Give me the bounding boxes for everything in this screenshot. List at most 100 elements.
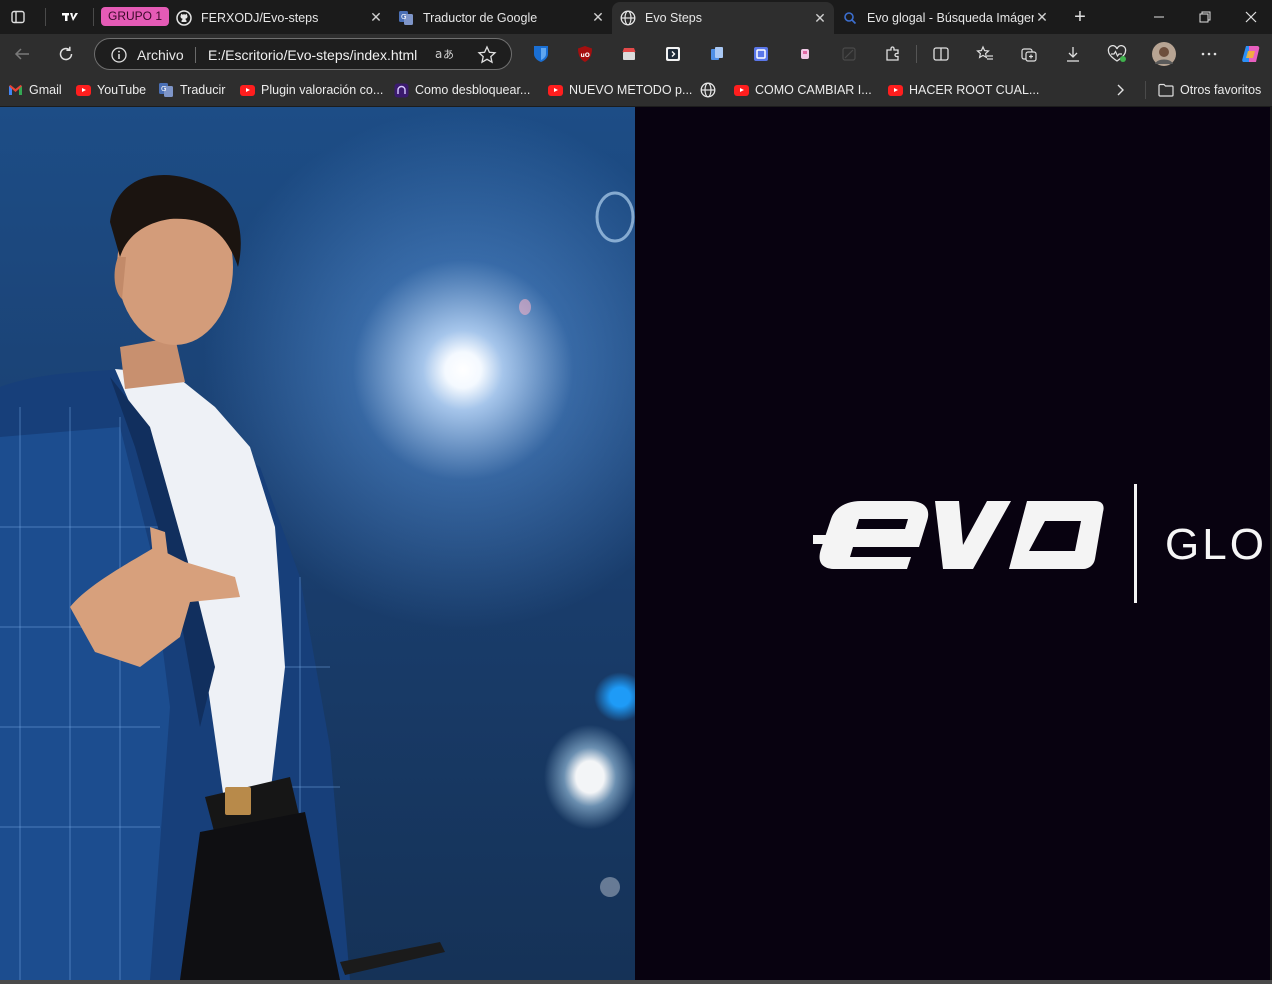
favorite-star-icon[interactable]: [477, 45, 497, 65]
copilot-button[interactable]: [1240, 43, 1262, 65]
restore-icon: [1199, 11, 1211, 23]
tab-close-button[interactable]: ✕: [590, 9, 606, 26]
collections-icon: [1021, 48, 1037, 62]
plus-icon: +: [1074, 5, 1086, 28]
tab-separator: [93, 8, 94, 26]
tab-google-translate[interactable]: G Traductor de Google ✕: [390, 4, 612, 31]
tab-close-button[interactable]: ✕: [368, 9, 384, 26]
settings-menu-button[interactable]: [1198, 43, 1220, 65]
code-extension-icon[interactable]: [662, 43, 684, 65]
podcast-icon: [393, 82, 409, 98]
tab-title: Evo Steps: [645, 11, 702, 25]
profile-button[interactable]: [1152, 42, 1176, 66]
pinned-tab[interactable]: [56, 4, 84, 30]
tab-separator: [45, 8, 46, 26]
bookmark-label: Otros favoritos: [1180, 83, 1262, 97]
pink-extension-icon[interactable]: [794, 43, 816, 65]
bookmark-desbloquear[interactable]: Como desbloquear...: [393, 80, 530, 100]
folder-icon: [1158, 82, 1174, 98]
ublock-extension-icon[interactable]: uO: [574, 43, 596, 65]
bookmark-nuevo-metodo[interactable]: NUEVO METODO p...: [547, 80, 692, 100]
hero-photo: [0, 107, 635, 980]
copilot-icon: [1242, 46, 1260, 62]
favorites-button[interactable]: [974, 43, 996, 65]
bookmark-como-cambiar[interactable]: COMO CAMBIAR I...: [733, 80, 872, 100]
browser-essentials-button[interactable]: [1106, 43, 1128, 65]
bookmark-plugin[interactable]: Plugin valoración co...: [239, 80, 383, 100]
minimize-icon: [1154, 16, 1164, 18]
chevron-right-icon: [1117, 84, 1124, 96]
youtube-icon: [239, 82, 255, 98]
bookmarks-bar: Gmail YouTube G Traducir Plugin valoraci…: [0, 74, 1272, 106]
close-icon: ✕: [592, 9, 604, 25]
bookmark-label: COMO CAMBIAR I...: [755, 83, 872, 97]
bookmark-label: Como desbloquear...: [415, 83, 531, 97]
bookmark-hacer-root[interactable]: HACER ROOT CUAL...: [887, 80, 1039, 100]
avatar: [1152, 42, 1176, 66]
info-icon[interactable]: [111, 47, 127, 63]
tab-close-button[interactable]: ✕: [812, 10, 828, 26]
tab-evo-steps[interactable]: Evo Steps ✕: [612, 2, 834, 34]
read-aloud-icon[interactable]: aあ: [435, 46, 457, 64]
disabled-extension-icon[interactable]: [838, 43, 860, 65]
bookmark-label: Traducir: [180, 83, 226, 97]
globe-icon: [620, 10, 636, 26]
bookmark-label: Gmail: [29, 83, 62, 97]
other-favorites-folder[interactable]: Otros favoritos: [1158, 80, 1261, 100]
extensions-button[interactable]: [882, 43, 904, 65]
docs-extension-icon[interactable]: [706, 43, 728, 65]
store-extension-icon[interactable]: [618, 43, 640, 65]
navigation-toolbar: Archivo E:/Escritorio/Evo-steps/index.ht…: [0, 34, 1272, 74]
heart-pulse-icon: [1107, 45, 1127, 62]
reload-button[interactable]: [51, 39, 81, 69]
url-text[interactable]: E:/Escritorio/Evo-steps/index.html: [208, 47, 417, 63]
tab-group-chip[interactable]: GRUPO 1: [101, 7, 170, 26]
tab-title: FERXODJ/Evo-steps: [201, 10, 319, 25]
close-icon: ✕: [1036, 9, 1048, 25]
bookmark-label: Plugin valoración co...: [261, 83, 384, 97]
tab-title: Evo glogal - Búsqueda Imágenes: [867, 10, 1034, 25]
bookmarks-separator: [1145, 81, 1146, 99]
svg-text:あ: あ: [443, 48, 454, 61]
youtube-icon: [733, 82, 749, 98]
downloads-button[interactable]: [1062, 43, 1084, 65]
github-icon: [176, 9, 192, 26]
restore-button[interactable]: [1182, 0, 1228, 34]
youtube-icon: [75, 82, 91, 98]
back-button[interactable]: [7, 39, 37, 69]
tab-actions-button[interactable]: [4, 4, 32, 30]
tab-bar: GRUPO 1 FERXODJ/Evo-steps ✕ G Traductor …: [0, 0, 1272, 34]
bookmark-translate[interactable]: G Traducir: [158, 80, 225, 100]
svg-text:uO: uO: [581, 52, 590, 59]
bookmarks-overflow-button[interactable]: [1113, 80, 1127, 100]
close-icon: ✕: [370, 9, 382, 25]
google-translate-icon: G: [398, 10, 414, 26]
svg-text:G: G: [401, 13, 406, 21]
address-bar[interactable]: Archivo E:/Escritorio/Evo-steps/index.ht…: [94, 38, 512, 70]
split-screen-button[interactable]: [930, 43, 952, 65]
tab-title: Traductor de Google: [423, 10, 538, 25]
new-tab-button[interactable]: +: [1066, 4, 1094, 30]
download-icon: [1067, 47, 1079, 62]
search-icon: [842, 10, 858, 26]
bitwarden-extension-icon[interactable]: [530, 43, 552, 65]
close-window-button[interactable]: [1228, 0, 1272, 34]
tab-image-search[interactable]: Evo glogal - Búsqueda Imágenes ✕: [834, 4, 1056, 31]
bookmark-site[interactable]: [700, 80, 722, 100]
bookmark-gmail[interactable]: Gmail: [7, 80, 62, 100]
logo-wordmark: GLO: [1165, 520, 1267, 569]
address-divider: [195, 47, 196, 63]
more-options-icon: [1201, 52, 1217, 56]
site-scheme-label: Archivo: [137, 47, 184, 63]
bookmark-label: YouTube: [97, 83, 147, 97]
favorites-list-icon: [976, 45, 993, 60]
tab-github[interactable]: FERXODJ/Evo-steps ✕: [168, 4, 390, 31]
youtube-icon: [547, 82, 563, 98]
close-icon: ✕: [814, 9, 826, 26]
tab-close-button[interactable]: ✕: [1034, 9, 1050, 26]
minimize-button[interactable]: [1136, 0, 1182, 34]
page-viewport: GLO: [0, 107, 1270, 980]
collections-button[interactable]: [1018, 43, 1040, 65]
screen-extension-icon[interactable]: [750, 43, 772, 65]
bookmark-youtube[interactable]: YouTube: [75, 80, 146, 100]
